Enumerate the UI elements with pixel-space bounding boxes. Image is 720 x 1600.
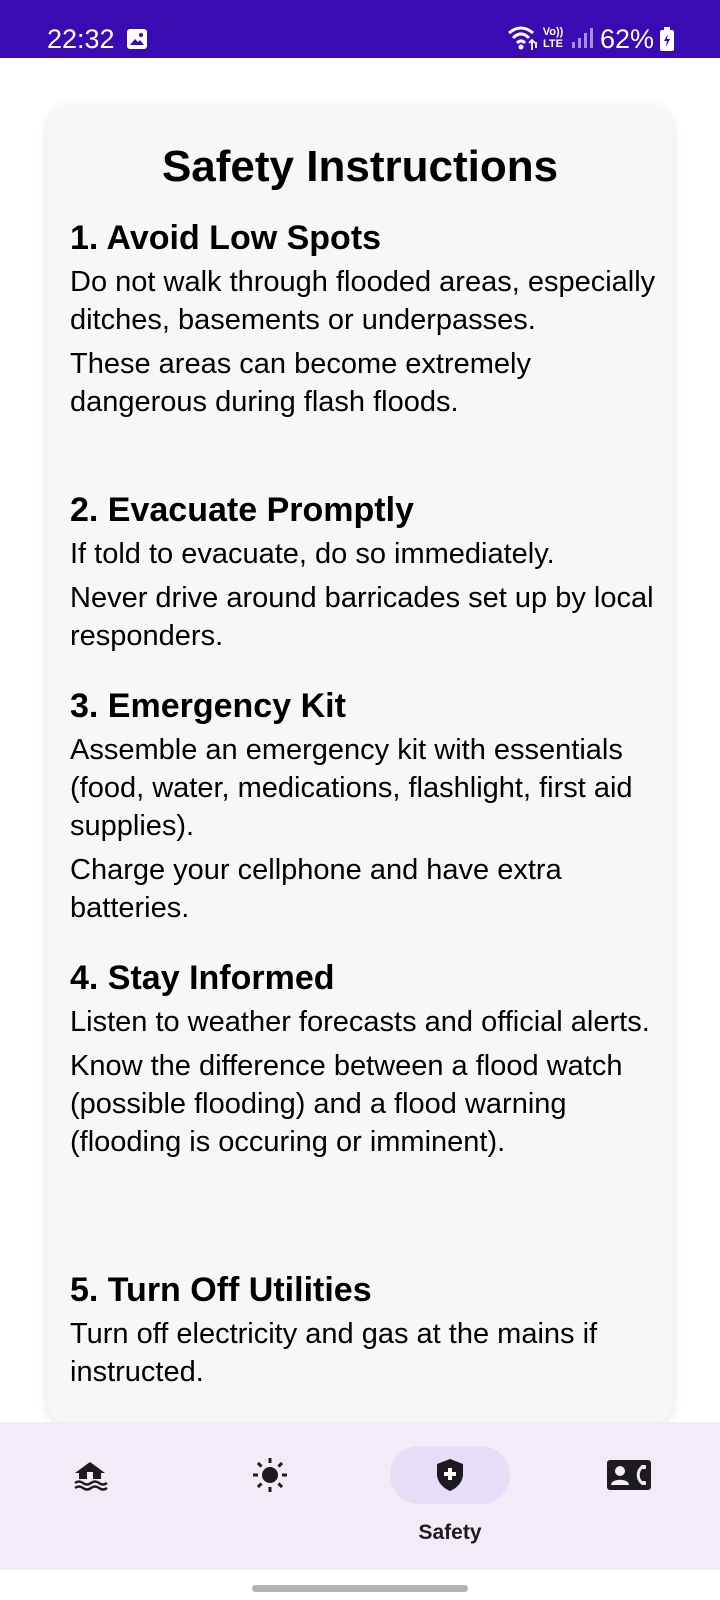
section-text: Never drive around barricades set up by … bbox=[70, 582, 654, 652]
section-text: Turn off electricity and gas at the main… bbox=[70, 1318, 598, 1388]
bottom-navigation: Safety bbox=[0, 1422, 720, 1570]
battery-charging-icon bbox=[660, 27, 674, 51]
section-title: 3. Emergency Kit bbox=[70, 687, 346, 725]
volte-icon: Vo)) LTE bbox=[542, 26, 564, 50]
shield-plus-icon bbox=[437, 1459, 463, 1491]
home-indicator[interactable] bbox=[252, 1585, 468, 1592]
nav-item-weather[interactable] bbox=[180, 1422, 360, 1570]
instruction-section-2: 2. Evacuate Promptly If told to evacuate… bbox=[70, 489, 660, 655]
wifi-icon bbox=[508, 26, 537, 50]
section-text: Assemble an emergency kit with essential… bbox=[70, 734, 633, 842]
section-text: Know the difference between a flood watc… bbox=[70, 1050, 623, 1158]
section-title: 5. Turn Off Utilities bbox=[70, 1271, 372, 1309]
section-text: Do not walk through flooded areas, espec… bbox=[70, 266, 656, 336]
status-time: 22:32 bbox=[47, 24, 115, 54]
signal-icon bbox=[572, 28, 593, 48]
status-bar: 22:32 Vo)) LTE 62% bbox=[0, 0, 720, 58]
flood-icon bbox=[74, 1462, 108, 1491]
safety-instructions-card: Safety Instructions 1. Avoid Low Spots D… bbox=[47, 105, 673, 1425]
battery-level: 62% bbox=[600, 24, 655, 54]
contact-phone-icon bbox=[607, 1460, 651, 1490]
section-text: Listen to weather forecasts and official… bbox=[70, 1006, 650, 1038]
card-title: Safety Instructions bbox=[161, 142, 559, 191]
instruction-section-4: 4. Stay Informed Listen to weather forec… bbox=[70, 957, 660, 1161]
section-text: These areas can become extremely dangero… bbox=[70, 348, 531, 418]
section-text: If told to evacuate, do so immediately. bbox=[70, 538, 555, 570]
nav-item-contacts[interactable] bbox=[540, 1422, 720, 1570]
nav-item-flood[interactable] bbox=[0, 1422, 180, 1570]
nav-item-safety[interactable]: Safety bbox=[360, 1422, 540, 1570]
gallery-icon bbox=[127, 29, 147, 49]
section-title: 4. Stay Informed bbox=[70, 959, 335, 997]
section-title: 2. Evacuate Promptly bbox=[70, 491, 414, 529]
nav-label-safety: Safety bbox=[418, 1521, 482, 1544]
instruction-section-5: 5. Turn Off Utilities Turn off electrici… bbox=[70, 1269, 660, 1391]
instruction-section-3: 3. Emergency Kit Assemble an emergency k… bbox=[70, 685, 660, 927]
instruction-section-1: 1. Avoid Low Spots Do not walk through f… bbox=[70, 217, 660, 421]
section-title: 1. Avoid Low Spots bbox=[70, 219, 382, 257]
section-text: Charge your cellphone and have extra bat… bbox=[70, 854, 562, 924]
sun-icon bbox=[253, 1458, 287, 1492]
